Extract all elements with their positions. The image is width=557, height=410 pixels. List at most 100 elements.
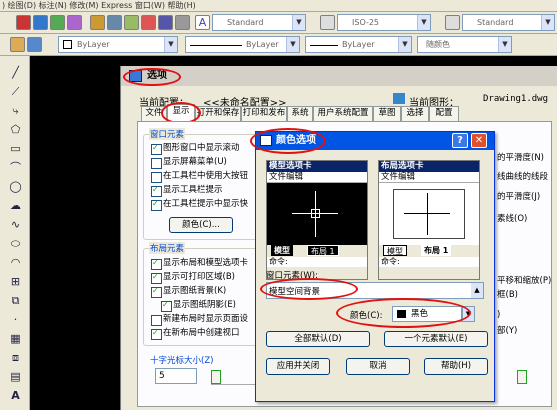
- construction-line-icon[interactable]: ⟋: [7, 83, 24, 100]
- line-sample-icon: [310, 45, 338, 46]
- layers-toolbar: ByLayer ▼ ByLayer ▼ ByLayer ▼ 随颜色 ▼: [0, 34, 557, 56]
- chevron-down-icon[interactable]: ▼: [541, 15, 554, 30]
- drawing-area[interactable]: [31, 56, 120, 410]
- restore-one-button[interactable]: 一个元素默认(E): [384, 331, 488, 347]
- help-button[interactable]: 帮助(H): [424, 358, 488, 375]
- model-tab-label: 模型: [271, 245, 293, 256]
- chevron-down-icon[interactable]: ▼: [292, 15, 305, 30]
- menu-bar[interactable]: ) 绘图(D) 标注(N) 修改(M) Express 窗口(W) 帮助(H): [0, 0, 557, 12]
- drawing-area-top[interactable]: [31, 56, 557, 66]
- page-setup-checkbox[interactable]: 新建布局时显示页面设: [151, 314, 248, 326]
- paper-background-checkbox[interactable]: 显示图纸背景(K): [151, 285, 226, 298]
- lineweight-select[interactable]: ByLayer ▼: [305, 36, 412, 53]
- chevron-down-icon[interactable]: ▼: [164, 37, 177, 52]
- polyline-icon[interactable]: ⤷: [7, 102, 24, 119]
- tab-plot-publish[interactable]: 打印和发布: [241, 106, 287, 121]
- arc-icon[interactable]: ⌒: [7, 159, 24, 176]
- paper-shadow-checkbox[interactable]: 显示图纸阴影(E): [161, 299, 236, 312]
- plot-style-select[interactable]: 随颜色 ▼: [417, 36, 512, 53]
- draw-toolbar: ╱ ⟋ ⤷ ⬠ ▭ ⌒ ◯ ☁ ∿ ⬭ ◠ ⊞ ⧉ · ▦ ⧈ ▤ A: [0, 56, 30, 410]
- crosshair-slider-thumb[interactable]: [211, 370, 221, 384]
- crosshair-size-label: 十字光标大小(Z): [149, 354, 215, 366]
- dim-style-icon[interactable]: [320, 15, 335, 30]
- tab-open-save[interactable]: 打开和保存: [195, 106, 241, 121]
- region-icon[interactable]: ⧈: [7, 349, 24, 366]
- screen-menu-checkbox[interactable]: 显示屏幕菜单(U): [151, 157, 227, 169]
- sheet-set-icon[interactable]: [141, 15, 156, 30]
- shortcut-keys-checkbox[interactable]: 在工具栏提示中显示快: [151, 198, 248, 211]
- linetype-select[interactable]: ByLayer ▼: [185, 36, 300, 53]
- chevron-down-icon[interactable]: ▼: [286, 37, 299, 52]
- cancel-button[interactable]: 取消: [346, 358, 410, 375]
- color-select[interactable]: ByLayer ▼: [58, 36, 178, 53]
- colors-button[interactable]: 颜色(C)...: [169, 217, 233, 233]
- layout-tab-preview[interactable]: 布局选项卡 文件编辑 模型 布局 1 命令:: [378, 160, 480, 280]
- scrollbars-checkbox[interactable]: 图形窗口中显示滚动: [151, 142, 240, 155]
- point-icon[interactable]: ·: [7, 311, 24, 328]
- right-item-2: 线曲线的线段: [497, 172, 549, 182]
- ellipse-icon[interactable]: ⬭: [7, 235, 24, 252]
- multiline-text-icon[interactable]: A: [7, 387, 24, 404]
- circle-icon[interactable]: ◯: [7, 178, 24, 195]
- chevron-down-icon[interactable]: ▼: [498, 37, 511, 52]
- scroll-up-icon[interactable]: ▲: [471, 283, 483, 298]
- layout-tabs-checkbox[interactable]: 显示布局和模型选项卡: [151, 257, 248, 270]
- chevron-down-icon[interactable]: ▼: [417, 15, 430, 30]
- layout-background[interactable]: [379, 183, 479, 245]
- help-icon[interactable]: [175, 15, 190, 30]
- text-style-select[interactable]: Standard ▼: [212, 14, 306, 31]
- apply-close-button[interactable]: 应用并关闭: [266, 358, 330, 375]
- standard-toolbar: A Standard ▼ ISO-25 ▼ Standard ▼: [0, 12, 557, 34]
- paper-icon: [393, 189, 465, 239]
- match-properties-icon[interactable]: [16, 15, 31, 30]
- revision-cloud-icon[interactable]: ☁: [7, 197, 24, 214]
- rectangle-icon[interactable]: ▭: [7, 140, 24, 157]
- layout-tab-header: 布局选项卡: [379, 161, 479, 172]
- calculator-icon[interactable]: [158, 15, 173, 30]
- model-space-background[interactable]: [267, 183, 367, 245]
- polygon-icon[interactable]: ⬠: [7, 121, 24, 138]
- spline-icon[interactable]: ∿: [7, 216, 24, 233]
- large-buttons-checkbox[interactable]: 在工具栏中使用大按钮: [151, 171, 248, 183]
- make-current-icon[interactable]: [27, 37, 42, 52]
- crosshair-size-input[interactable]: 5: [155, 368, 197, 384]
- insert-block-icon[interactable]: ⊞: [7, 273, 24, 290]
- tool-palette-icon[interactable]: [124, 15, 139, 30]
- line-icon[interactable]: ╱: [7, 64, 24, 81]
- tab-profiles[interactable]: 配置: [429, 106, 459, 121]
- layer-manager-icon[interactable]: [10, 37, 25, 52]
- crosshair-vertical: [427, 193, 428, 235]
- dim-style-select[interactable]: ISO-25 ▼: [337, 14, 431, 31]
- model-tab-preview[interactable]: 模型选项卡 文件编辑 模型 布局 1 命令:: [266, 160, 368, 280]
- restore-all-button[interactable]: 全部默认(D): [266, 331, 370, 347]
- model-command-line: 命令:: [267, 257, 367, 267]
- layout-file-edit-text: 文件编辑: [379, 172, 479, 183]
- make-block-icon[interactable]: ⧉: [7, 292, 24, 309]
- zoom-realtime-icon[interactable]: [50, 15, 65, 30]
- fade-slider-thumb[interactable]: [517, 370, 527, 384]
- layout-model-tab-label: 模型: [383, 245, 407, 256]
- pan-icon[interactable]: [33, 15, 48, 30]
- table-icon[interactable]: ▤: [7, 368, 24, 385]
- table-style-icon[interactable]: [445, 15, 460, 30]
- close-icon[interactable]: ✕: [471, 133, 487, 148]
- tooltips-checkbox[interactable]: 显示工具栏提示: [151, 184, 223, 197]
- create-viewport-checkbox[interactable]: 在新布局中创建视口: [151, 327, 240, 340]
- design-center-icon[interactable]: [107, 15, 122, 30]
- ellipse-arc-icon[interactable]: ◠: [7, 254, 24, 271]
- hatch-icon[interactable]: ▦: [7, 330, 24, 347]
- right-item-1: 的平滑度(N): [497, 153, 544, 163]
- properties-icon[interactable]: [90, 15, 105, 30]
- zoom-window-icon[interactable]: [67, 15, 82, 30]
- printable-area-checkbox[interactable]: 显示可打印区域(B): [151, 271, 235, 284]
- tab-system[interactable]: 系统: [287, 106, 313, 121]
- color-select-value: ByLayer: [77, 40, 110, 49]
- text-style-icon[interactable]: A: [195, 15, 210, 30]
- tab-selection[interactable]: 选择: [401, 106, 429, 121]
- chevron-down-icon[interactable]: ▼: [398, 37, 411, 52]
- tab-user-preferences[interactable]: 用户系统配置: [313, 106, 373, 121]
- help-icon[interactable]: ?: [452, 133, 468, 148]
- table-style-select[interactable]: Standard ▼: [462, 14, 555, 31]
- tab-drafting[interactable]: 草图: [373, 106, 401, 121]
- lineweight-value: ByLayer: [342, 40, 375, 49]
